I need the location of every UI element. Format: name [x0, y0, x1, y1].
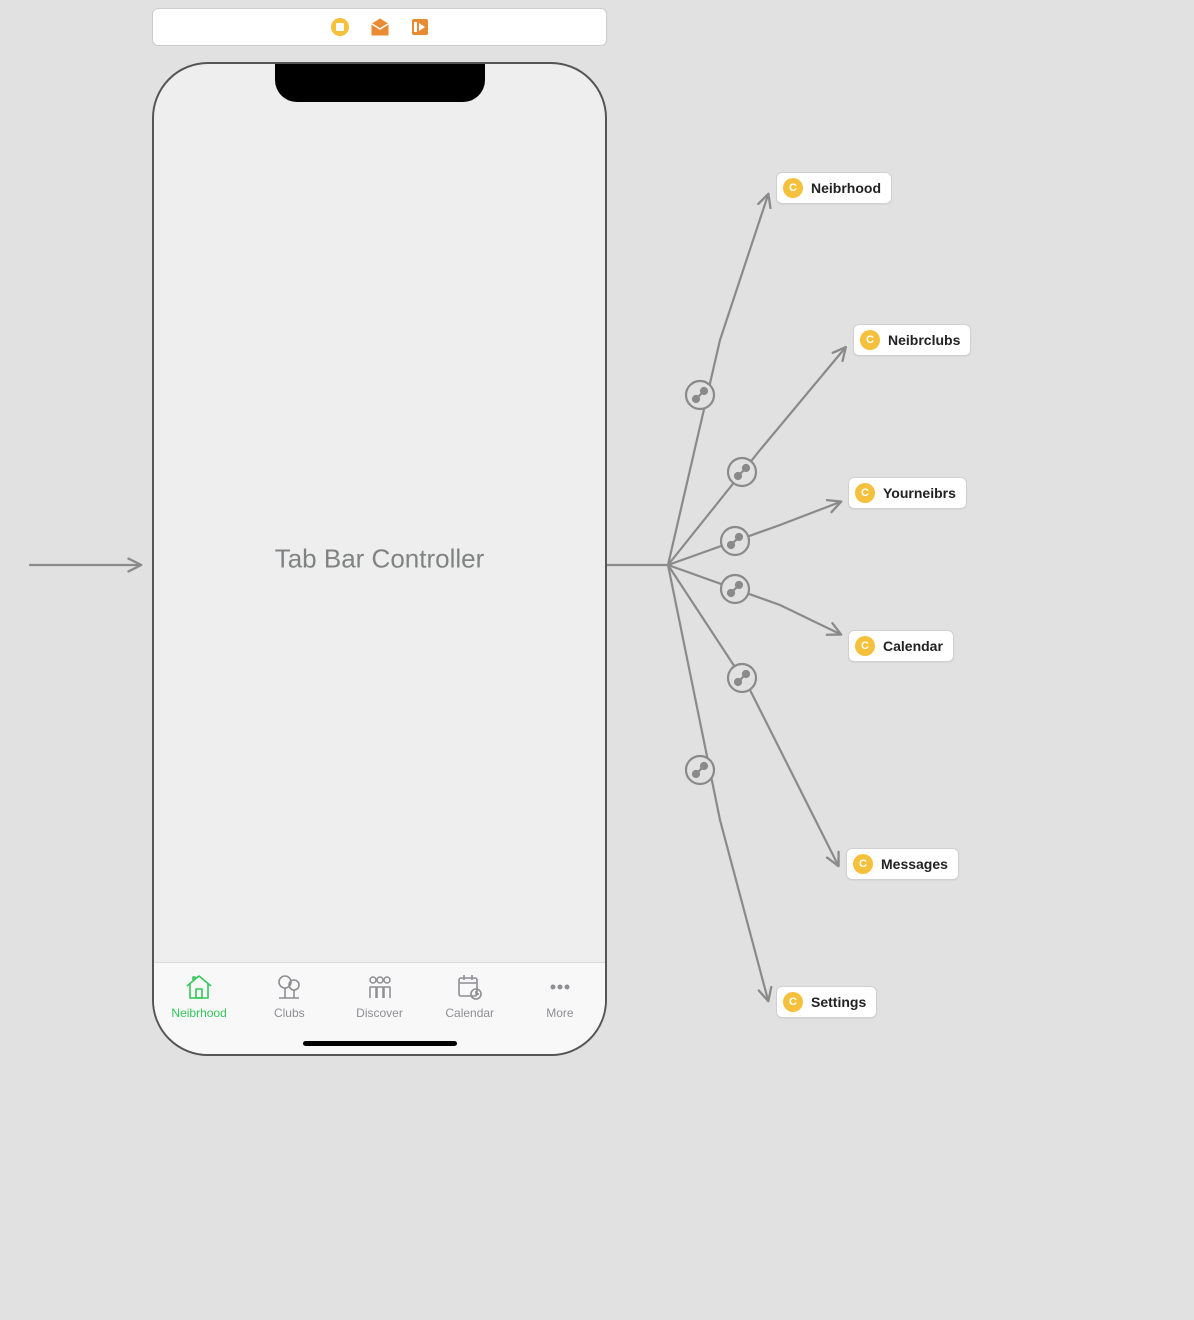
dest-label: Calendar	[883, 638, 943, 654]
dest-label: Messages	[881, 856, 948, 872]
calendar-icon	[453, 971, 487, 1003]
tree-icon	[272, 971, 306, 1003]
dest-label: Neibrclubs	[888, 332, 960, 348]
dest-neibrclubs[interactable]: C Neibrclubs	[853, 324, 971, 356]
people-icon	[363, 971, 397, 1003]
dest-settings[interactable]: C Settings	[776, 986, 877, 1018]
controller-badge-icon: C	[860, 330, 880, 350]
scene-title: Tab Bar Controller	[275, 544, 485, 575]
device-notch	[275, 62, 485, 102]
tab-neibrhood[interactable]: Neibrhood	[154, 967, 244, 1054]
dest-label: Yourneibrs	[883, 485, 956, 501]
exit-icon[interactable]	[410, 17, 430, 37]
more-icon	[543, 971, 577, 1003]
controller-badge-icon: C	[855, 483, 875, 503]
dest-messages[interactable]: C Messages	[846, 848, 959, 880]
scene-toolbar[interactable]	[152, 8, 607, 46]
first-responder-icon[interactable]	[370, 17, 390, 37]
tab-label: More	[546, 1006, 573, 1020]
controller-badge-icon: C	[853, 854, 873, 874]
tab-more[interactable]: More	[515, 967, 605, 1054]
tabbar-controller-scene[interactable]: Tab Bar Controller Neibrhood	[152, 62, 607, 1056]
controller-badge-icon: C	[783, 992, 803, 1012]
tab-label: Calendar	[445, 1006, 494, 1020]
viewcontroller-icon[interactable]	[330, 17, 350, 37]
tab-label: Discover	[356, 1006, 403, 1020]
dest-label: Neibrhood	[811, 180, 881, 196]
tab-label: Neibrhood	[171, 1006, 226, 1020]
controller-badge-icon: C	[783, 178, 803, 198]
dest-label: Settings	[811, 994, 866, 1010]
house-icon	[182, 971, 216, 1003]
controller-badge-icon: C	[855, 636, 875, 656]
tab-label: Clubs	[274, 1006, 305, 1020]
home-indicator	[303, 1041, 457, 1046]
dest-neibrhood[interactable]: C Neibrhood	[776, 172, 892, 204]
dest-yourneibrs[interactable]: C Yourneibrs	[848, 477, 967, 509]
dest-calendar[interactable]: C Calendar	[848, 630, 954, 662]
